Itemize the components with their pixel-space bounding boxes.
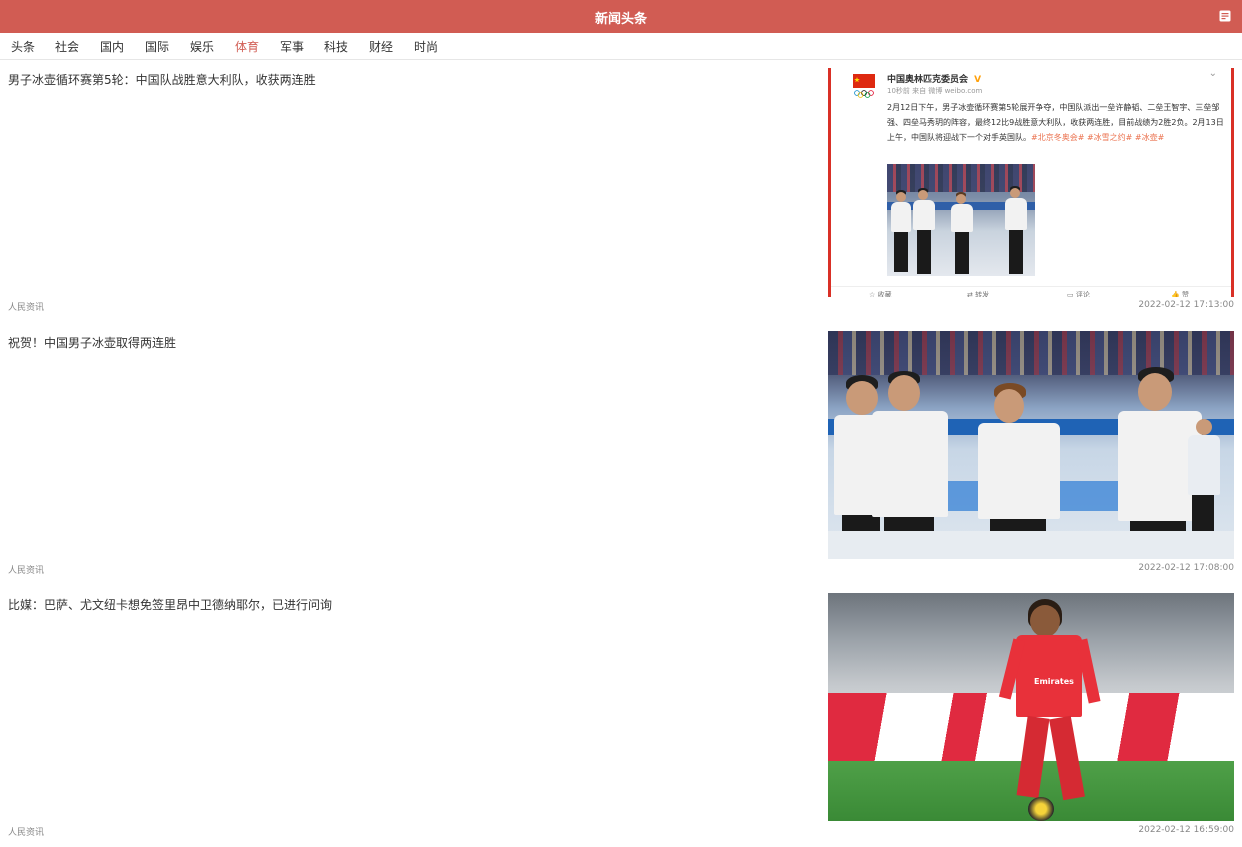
news-thumbnail[interactable]: Emirates bbox=[828, 593, 1234, 821]
favorite-button[interactable]: ☆ 收藏 bbox=[869, 290, 892, 297]
news-item[interactable]: 男子冰壶循环赛第5轮：中国队战胜意大利队，收获两连胜 人民资讯 2022-02-… bbox=[0, 60, 1242, 322]
weibo-account-name: 中国奥林匹克委员会 V bbox=[887, 75, 982, 85]
news-time: 2022-02-12 16:59:00 bbox=[1138, 825, 1234, 835]
tab-sports[interactable]: 体育 bbox=[235, 38, 259, 55]
weibo-post-text: 2月12日下午，男子冰壶循环赛第5轮展开争夺，中国队派出一垒许静韬、二垒王智宇、… bbox=[887, 103, 1224, 142]
weibo-action-bar: ☆ 收藏 ⇄ 转发 ▭ 评论 👍 赞 bbox=[831, 286, 1231, 297]
app-header: 新闻头条 bbox=[0, 0, 1242, 33]
category-tabs: 头条 社会 国内 国际 娱乐 体育 军事 科技 财经 时尚 bbox=[0, 33, 1242, 60]
tab-international[interactable]: 国际 bbox=[145, 38, 169, 55]
tab-finance[interactable]: 财经 bbox=[369, 38, 393, 55]
chevron-down-icon: ⌄ bbox=[1208, 68, 1217, 79]
tab-headline[interactable]: 头条 bbox=[11, 38, 35, 55]
olympic-rings-icon bbox=[854, 90, 874, 98]
news-item[interactable]: 祝贺！中国男子冰壶取得两连胜 人民资讯 2022-02-12 17:08:00 bbox=[0, 323, 1242, 585]
news-title[interactable]: 比媒：巴萨、尤文纽卡想免签里昂中卫德纳耶尔，已进行问询 bbox=[8, 596, 332, 613]
app-title: 新闻头条 bbox=[594, 12, 647, 27]
tab-technology[interactable]: 科技 bbox=[324, 38, 348, 55]
jersey-sponsor-text: Emirates bbox=[1034, 677, 1074, 686]
china-flag-icon bbox=[853, 74, 875, 88]
news-item[interactable]: 比媒：巴萨、尤文纽卡想免签里昂中卫德纳耶尔，已进行问询 人民资讯 2022-02… bbox=[0, 585, 1242, 847]
news-title[interactable]: 祝贺！中国男子冰壶取得两连胜 bbox=[8, 334, 176, 351]
news-time: 2022-02-12 17:13:00 bbox=[1138, 300, 1234, 310]
comment-button[interactable]: ▭ 评论 bbox=[1067, 290, 1090, 297]
news-source: 人民资讯 bbox=[8, 566, 45, 576]
tab-entertainment[interactable]: 娱乐 bbox=[190, 38, 214, 55]
news-source: 人民资讯 bbox=[8, 303, 45, 313]
weibo-post-meta: 10秒前 来自 微博 weibo.com bbox=[887, 87, 983, 95]
football-player-photo: Emirates bbox=[828, 593, 1234, 821]
news-source: 人民资讯 bbox=[8, 828, 45, 838]
tab-military[interactable]: 军事 bbox=[280, 38, 304, 55]
news-thumbnail[interactable] bbox=[828, 331, 1234, 559]
news-time: 2022-02-12 17:08:00 bbox=[1138, 563, 1234, 573]
news-thumbnail[interactable]: 中国奥林匹克委员会 V 10秒前 来自 微博 weibo.com ⌄ 2月12日… bbox=[828, 68, 1234, 297]
curling-team-photo bbox=[828, 331, 1234, 559]
tab-domestic[interactable]: 国内 bbox=[100, 38, 124, 55]
weibo-post-photo bbox=[887, 164, 1035, 276]
news-title[interactable]: 男子冰壶循环赛第5轮：中国队战胜意大利队，收获两连胜 bbox=[8, 71, 316, 88]
tab-society[interactable]: 社会 bbox=[55, 38, 79, 55]
verified-icon: V bbox=[974, 75, 982, 85]
menu-icon[interactable] bbox=[1219, 10, 1231, 22]
football-ball bbox=[1028, 797, 1054, 821]
tab-fashion[interactable]: 时尚 bbox=[414, 38, 438, 55]
like-button[interactable]: 👍 赞 bbox=[1171, 290, 1189, 297]
repost-button[interactable]: ⇄ 转发 bbox=[967, 290, 989, 297]
